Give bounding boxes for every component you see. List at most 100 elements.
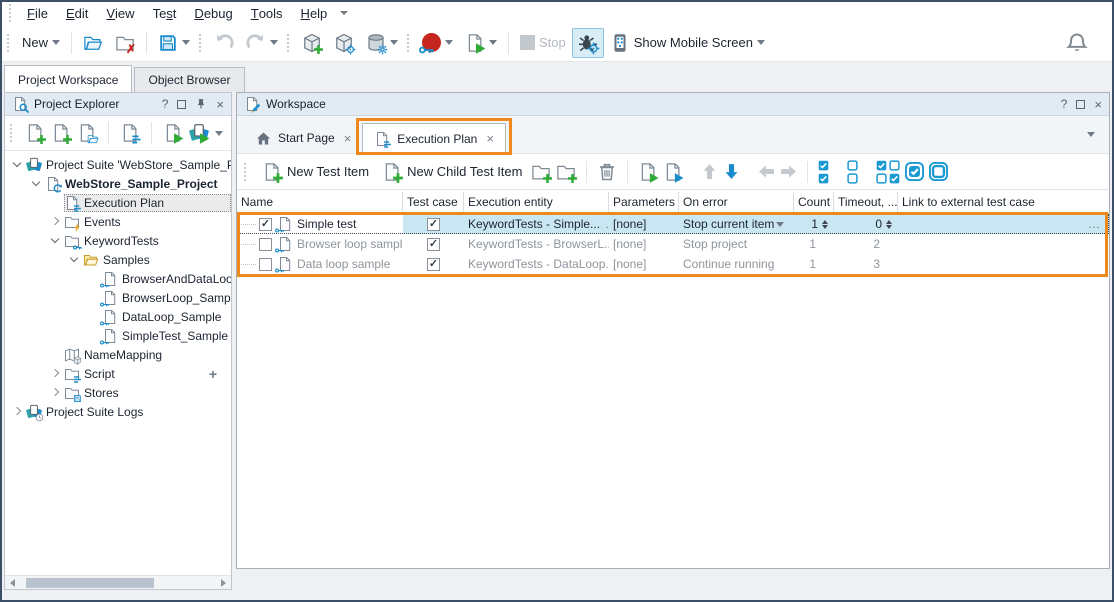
name-cell[interactable]: Browser loop sample <box>237 234 403 254</box>
column-header-execution-entity[interactable]: Execution entity <box>464 192 609 213</box>
execution-entity-cell[interactable]: KeywordTests - DataLoop... <box>464 254 609 274</box>
menu-debug[interactable]: Debug <box>185 4 241 23</box>
menu-tools[interactable]: Tools <box>242 4 292 23</box>
disable-item-button[interactable] <box>929 162 948 181</box>
name-cell[interactable]: Data loop sample <box>237 254 403 274</box>
run-test-button[interactable] <box>459 28 503 58</box>
open-item-button[interactable] <box>77 123 97 143</box>
menu-test[interactable]: Test <box>144 4 186 23</box>
test-case-cell[interactable] <box>403 214 464 234</box>
run-project-suite-button[interactable] <box>189 123 209 143</box>
on-error-cell[interactable]: Continue running <box>679 254 794 274</box>
move-down-button[interactable] <box>723 163 740 180</box>
link-cell[interactable]: … <box>898 214 1109 234</box>
new-child-test-item-button[interactable]: New Child Test Item <box>378 159 526 185</box>
execution-entity-cell[interactable]: KeywordTests - Simple...… <box>464 214 609 234</box>
parameters-cell[interactable]: [none] <box>609 254 679 274</box>
menu-view[interactable]: View <box>97 4 143 23</box>
tree-item-simple-test[interactable]: SimpleTest_Sample <box>5 326 231 345</box>
expander-icon[interactable] <box>49 215 62 228</box>
tree-item-samples[interactable]: Samples <box>5 250 231 269</box>
test-case-checkbox[interactable] <box>427 238 440 251</box>
invert-checks-button[interactable] <box>876 160 900 184</box>
column-header-name[interactable]: Name <box>237 192 403 213</box>
close-panel-icon[interactable]: × <box>216 98 224 111</box>
pin-icon[interactable] <box>195 98 207 110</box>
tree-item-data-loop[interactable]: DataLoop_Sample <box>5 307 231 326</box>
timeout-cell[interactable]: 2 <box>834 234 898 254</box>
timeout-cell[interactable]: 0 <box>834 214 898 234</box>
menubar-overflow-caret[interactable] <box>340 11 348 15</box>
parameters-cell[interactable]: [none] <box>609 214 679 234</box>
help-icon[interactable]: ? <box>162 97 169 111</box>
close-tab-icon[interactable]: × <box>344 131 352 146</box>
close-file-button[interactable]: ✗ <box>109 28 141 58</box>
add-script-unit-icon[interactable]: + <box>209 366 217 382</box>
tab-start-page[interactable]: Start Page × <box>245 123 362 153</box>
run-from-item-button[interactable] <box>663 162 683 182</box>
tab-object-browser[interactable]: Object Browser <box>134 67 244 92</box>
save-button[interactable] <box>152 28 196 58</box>
expander-icon[interactable] <box>11 405 24 418</box>
mobile-screen-button[interactable]: Show Mobile Screen <box>604 28 771 58</box>
row-checkbox[interactable] <box>259 258 272 271</box>
record-test-button[interactable] <box>416 28 459 57</box>
data-generator-button[interactable] <box>360 28 404 58</box>
count-cell[interactable]: 1 <box>794 254 834 274</box>
on-error-cell[interactable]: Stop project <box>679 234 794 254</box>
name-cell[interactable]: Simple test <box>237 214 403 234</box>
move-left-button[interactable] <box>758 163 775 180</box>
tree-item-keyword-tests[interactable]: KeywordTests <box>5 231 231 250</box>
scroll-left-icon[interactable] <box>10 579 15 587</box>
column-header-on-error[interactable]: On error <box>679 192 794 213</box>
scrollbar-thumb[interactable] <box>26 578 154 588</box>
new-child-group-button[interactable] <box>556 162 576 182</box>
column-header-count[interactable]: Count <box>794 192 834 213</box>
menu-file[interactable]: File <box>18 4 57 23</box>
count-cell[interactable]: 1 <box>794 214 834 234</box>
column-header-link[interactable]: Link to external test case <box>898 192 1109 213</box>
close-tab-icon[interactable]: × <box>486 131 494 146</box>
redo-button[interactable] <box>240 28 284 58</box>
tree-item-stores[interactable]: Stores <box>5 383 231 402</box>
table-row[interactable]: Data loop sample KeywordTests - DataLoop… <box>237 254 1109 274</box>
count-spinner[interactable] <box>822 220 828 229</box>
test-case-cell[interactable] <box>403 234 464 254</box>
expander-icon[interactable] <box>68 253 81 266</box>
column-header-timeout[interactable]: Timeout, ... <box>834 192 898 213</box>
enable-item-button[interactable] <box>905 162 924 181</box>
test-case-checkbox[interactable] <box>427 218 440 231</box>
close-panel-icon[interactable]: × <box>1094 98 1102 111</box>
maximize-icon[interactable] <box>177 100 186 109</box>
stop-button[interactable]: Stop <box>514 30 572 55</box>
menu-edit[interactable]: Edit <box>57 4 97 23</box>
open-file-button[interactable] <box>77 28 109 58</box>
dropdown-caret-icon[interactable] <box>776 222 784 227</box>
tab-project-workspace[interactable]: Project Workspace <box>4 65 132 92</box>
move-up-button[interactable] <box>701 163 718 180</box>
menubar-grip[interactable] <box>9 4 13 22</box>
expander-icon[interactable] <box>30 177 43 190</box>
expander-icon[interactable] <box>11 158 24 171</box>
new-test-item-button[interactable]: New Test Item <box>258 159 373 185</box>
new-group-button[interactable] <box>531 162 551 182</box>
tree-item-events[interactable]: Events <box>5 212 231 231</box>
tree-item-browser-loop[interactable]: BrowserLoop_Sample <box>5 288 231 307</box>
expander-icon[interactable] <box>49 234 62 247</box>
tab-execution-plan[interactable]: Execution Plan × <box>362 123 506 153</box>
object-spy-button[interactable] <box>328 28 360 58</box>
table-row[interactable]: Browser loop sample KeywordTests - Brows… <box>237 234 1109 254</box>
count-cell[interactable]: 1 <box>794 234 834 254</box>
run-project-button[interactable] <box>163 123 183 143</box>
run-selected-button[interactable] <box>638 162 658 182</box>
explorer-horizontal-scrollbar[interactable] <box>5 575 231 589</box>
column-header-test-case[interactable]: Test case <box>403 192 464 213</box>
map-object-button[interactable] <box>296 28 328 58</box>
row-checkbox[interactable] <box>259 238 272 251</box>
timeout-cell[interactable]: 3 <box>834 254 898 274</box>
tree-item-browser-and-data-loop[interactable]: BrowserAndDataLoop_ <box>5 269 231 288</box>
timeout-spinner[interactable] <box>886 220 892 229</box>
tree-item-execution-plan[interactable]: Execution Plan <box>5 193 231 212</box>
menu-help[interactable]: Help <box>292 4 337 23</box>
on-error-cell[interactable]: Stop current item <box>679 214 794 234</box>
